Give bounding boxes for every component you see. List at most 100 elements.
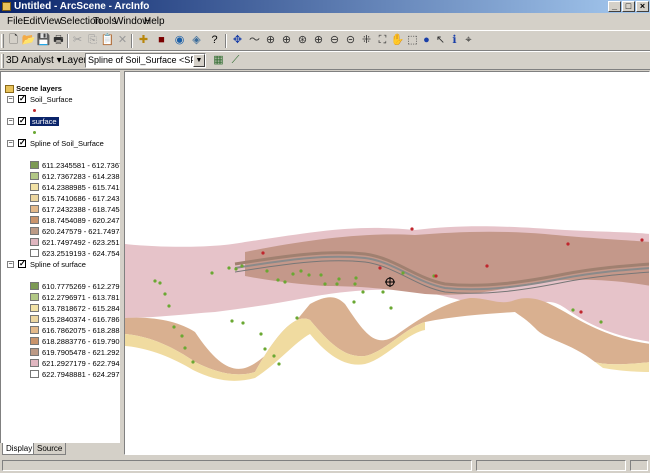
full-extent-icon[interactable]: ⁜ [359, 33, 374, 48]
3d-analyst-menu-button[interactable]: 3D Analyst ▾ [6, 54, 62, 67]
legend-class-label: 611.2345581 - 612.73672 [42, 161, 123, 170]
maximize-button[interactable]: □ [622, 1, 635, 12]
status-grip[interactable] [630, 460, 648, 471]
table-of-contents: Scene layers − ✓ Soil_Surface − ✓ surface − ✓ Sp… [0, 71, 123, 455]
identify-icon[interactable]: ℹ [447, 33, 462, 48]
scene-canvas[interactable] [125, 72, 650, 455]
steepest-path-icon[interactable]: ⟋ [228, 53, 243, 68]
surface-point [230, 319, 234, 323]
layer-visibility-checkbox[interactable]: ✓ [18, 139, 26, 147]
target-center-icon[interactable]: ⊕ [263, 33, 278, 48]
contour-icon[interactable]: ▦ [211, 53, 226, 68]
full-extent-icon[interactable]: ⛶ [375, 33, 390, 48]
collapse-icon[interactable]: − [7, 96, 14, 103]
whats-this-icon[interactable]: ? [207, 33, 222, 48]
layer-props-icon[interactable]: ◈ [189, 33, 204, 48]
toolbar-grip[interactable] [1, 54, 4, 68]
menu-tools[interactable]: Tools [93, 16, 116, 28]
add-data-icon[interactable]: ✚ [136, 33, 151, 48]
toc-scrollbar[interactable] [120, 71, 123, 455]
select-features-icon[interactable]: ⬚ [405, 33, 420, 48]
legend-class-label: 618.2883776 - 619.79054 [42, 337, 123, 346]
pan-icon[interactable]: ✋ [390, 33, 405, 48]
collapse-icon[interactable]: − [7, 140, 14, 147]
zoom-to-target-icon[interactable]: ⊕ [279, 33, 294, 48]
point-symbol [33, 131, 36, 134]
legend-class-label: 617.2432388 - 618.74540 [42, 205, 123, 214]
surface-point [191, 360, 195, 364]
open-icon[interactable]: 📂 [21, 33, 36, 48]
surface-point [259, 332, 263, 336]
minimize-button[interactable]: _ [608, 1, 621, 12]
set-observer-icon[interactable]: ⊛ [295, 33, 310, 48]
layer-name[interactable]: Spline of Soil_Surface [30, 138, 104, 149]
surface-point [276, 278, 280, 282]
delete-icon[interactable]: ✕ [115, 33, 130, 48]
save-icon[interactable]: 💾 [36, 33, 51, 48]
navigate-icon[interactable]: ✥ [230, 33, 245, 48]
layer-label: Spline of Soil_Surface [30, 139, 104, 148]
close-button[interactable]: × [636, 1, 649, 12]
toc-root[interactable]: Scene layers [5, 83, 62, 94]
legend-swatch [30, 172, 39, 180]
layer-name[interactable]: Spline of surface [30, 259, 86, 270]
soil-surface-point [410, 227, 414, 231]
surface-point [381, 290, 385, 294]
zoom-in-out-icon[interactable]: ⊝ [343, 33, 358, 48]
legend-class-label: 623.2519193 - 624.75408 [42, 249, 123, 258]
new-icon[interactable]: 🗋 [6, 33, 21, 48]
layer-name[interactable]: surface [30, 116, 59, 127]
legend-class-label: 616.7862075 - 618.28837 [42, 326, 123, 335]
menu-view[interactable]: View [40, 16, 62, 28]
surface-point [401, 271, 405, 275]
layer-dropdown[interactable]: Spline of Soil_Surface <SPLINE2> ▼ [85, 53, 206, 68]
layer-label: Soil_Surface [30, 95, 73, 104]
toolbar-separator [67, 34, 69, 48]
select-icon[interactable]: ↖ [433, 33, 448, 48]
fly-icon[interactable]: 〜 [247, 33, 262, 48]
toolbar-grip[interactable] [1, 34, 4, 48]
legend-swatch [30, 348, 39, 356]
zoom-out-icon[interactable]: ⊖ [327, 33, 342, 48]
surface-point [352, 300, 356, 304]
cut-icon[interactable]: ✂ [70, 33, 85, 48]
scene-layers-icon [5, 85, 14, 94]
chevron-down-icon[interactable]: ▼ [193, 54, 205, 67]
globe-icon[interactable]: ● [419, 33, 434, 48]
menu-bar: File Edit View Selection Tools Window He… [0, 14, 650, 30]
tab-display[interactable]: Display [2, 443, 37, 455]
globe-icon[interactable]: ◉ [172, 33, 187, 48]
tab-source[interactable]: Source [33, 443, 67, 455]
legend-class-label: 620.247579 - 621.749749 [42, 227, 123, 236]
binoculars-icon[interactable]: ⌖ [461, 33, 476, 48]
arcscene-app-icon[interactable] [2, 2, 11, 11]
collapse-icon[interactable]: − [7, 118, 14, 125]
layer-visibility-checkbox[interactable]: ✓ [18, 260, 26, 268]
legend-swatch [30, 293, 39, 301]
surface-point [361, 290, 365, 294]
paste-icon[interactable]: 📋 [100, 33, 115, 48]
layer-visibility-checkbox[interactable]: ✓ [18, 95, 26, 103]
layer-visibility-checkbox[interactable]: ✓ [18, 117, 26, 125]
menu-edit[interactable]: Edit [23, 16, 40, 28]
legend-swatch [30, 238, 39, 246]
menu-help[interactable]: Help [144, 16, 165, 28]
print-icon[interactable]: 🖶 [51, 33, 66, 48]
surface-point [158, 281, 162, 285]
soil-surface-point [640, 238, 644, 242]
title-bar[interactable]: Untitled - ArcScene - ArcInfo _ □ × [0, 0, 650, 13]
3d-scene-view[interactable] [124, 71, 650, 455]
collapse-icon[interactable]: − [7, 261, 14, 268]
surface-point [571, 308, 575, 312]
surface-point [183, 346, 187, 350]
copy-icon[interactable]: ⎘ [85, 33, 100, 48]
legend-swatch [30, 282, 39, 290]
surface-point [337, 277, 341, 281]
zoom-in-icon[interactable]: ⊕ [311, 33, 326, 48]
surface-point [295, 316, 299, 320]
soil-surface-point [579, 310, 583, 314]
layer-name[interactable]: Soil_Surface [30, 94, 73, 105]
menu-file[interactable]: File [7, 16, 23, 28]
arctoolbox-icon[interactable]: ■ [154, 33, 169, 48]
soil-surface-point [378, 266, 382, 270]
